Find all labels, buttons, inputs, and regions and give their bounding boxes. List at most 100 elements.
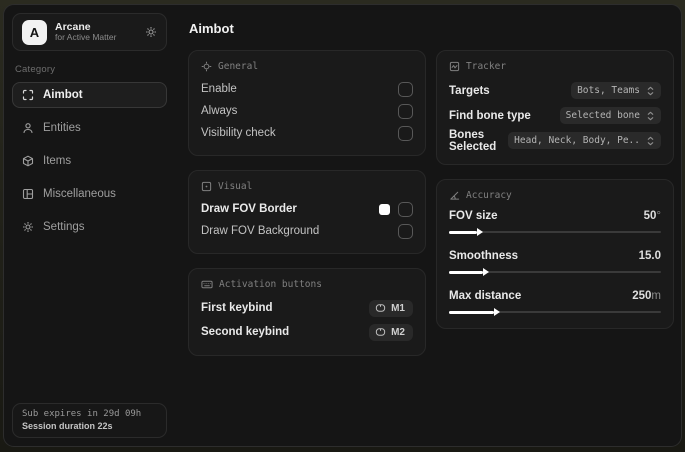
tracker-card: Tracker Targets Bots, Teams Find bone ty… — [436, 50, 674, 165]
setting-row-draw-fov-background: Draw FOV Background — [201, 220, 413, 242]
fov-size-slider[interactable] — [449, 228, 661, 237]
setting-label: First keybind — [201, 302, 273, 314]
dropdown-value: Bots, Teams — [577, 85, 640, 96]
dropdown-value: Selected bone — [565, 110, 640, 121]
sidebar-item-entities[interactable]: Entities — [12, 115, 167, 141]
bones-selected-dropdown[interactable]: Head, Neck, Body, Pe.. — [508, 132, 661, 149]
person-icon — [22, 122, 34, 134]
setting-label: Enable — [201, 83, 237, 95]
sidebar-item-miscellaneous[interactable]: Miscellaneous — [12, 181, 167, 207]
card-title: Tracker — [466, 61, 507, 72]
visibility-check-checkbox[interactable] — [398, 125, 413, 141]
always-checkbox[interactable] — [398, 103, 413, 119]
setting-label: Smoothness — [449, 250, 519, 262]
setting-label: Bones Selected — [449, 128, 497, 153]
card-title: Visual — [218, 181, 253, 192]
smoothness-slider[interactable] — [449, 268, 661, 277]
setting-label: Draw FOV Background — [201, 225, 320, 237]
fov-border-color-swatch[interactable] — [379, 203, 390, 215]
second-keybind-button[interactable]: M2 — [369, 323, 413, 341]
find-bone-type-dropdown[interactable]: Selected bone — [559, 107, 661, 124]
slider-fill[interactable] — [449, 308, 499, 316]
setting-label: Draw FOV Border — [201, 203, 297, 215]
keybind-value: M1 — [391, 302, 405, 314]
slider-value: 15.0 — [638, 250, 661, 262]
draw-fov-border-checkbox[interactable] — [398, 201, 413, 217]
unfold-icon — [646, 136, 655, 146]
setting-row-first-keybind: First keybind M1 — [201, 296, 413, 320]
slider-row-smoothness: Smoothness 15.0 — [449, 247, 661, 277]
cube-icon — [22, 155, 34, 167]
right-column: Tracker Targets Bots, Teams Find bone ty… — [436, 50, 674, 329]
sidebar-item-label: Aimbot — [43, 89, 83, 101]
left-column: General Enable Always Visibility check V… — [188, 50, 426, 356]
sidebar-item-aimbot[interactable]: Aimbot — [12, 82, 167, 108]
sidebar-item-label: Settings — [43, 221, 85, 233]
sidebar-item-settings[interactable]: Settings — [12, 214, 167, 240]
setting-label: Second keybind — [201, 326, 290, 338]
card-title: General — [218, 61, 259, 72]
setting-label: Targets — [449, 84, 490, 97]
mouse-icon — [375, 327, 386, 337]
visual-card: Visual Draw FOV Border Draw FOV Backgrou… — [188, 170, 426, 254]
subscription-info: Sub expires in 29d 09h Session duration … — [12, 403, 167, 438]
card-title: Activation buttons — [219, 279, 322, 290]
setting-row-bones-selected: Bones Selected Head, Neck, Body, Pe.. — [449, 128, 661, 153]
setting-label: Find bone type — [449, 109, 531, 122]
max-distance-slider[interactable] — [449, 308, 661, 317]
setting-row-always: Always — [201, 100, 413, 122]
setting-row-second-keybind: Second keybind M2 — [201, 320, 413, 344]
category-label: Category — [15, 64, 56, 75]
setting-row-find-bone-type: Find bone type Selected bone — [449, 103, 661, 128]
accuracy-card: Accuracy FOV size 50° Smoothness 15.0 Ma… — [436, 179, 674, 329]
arcane-menu-window: A Arcane for Active Matter Category Aimb… — [3, 4, 682, 447]
draw-fov-background-checkbox[interactable] — [398, 223, 413, 239]
crosshair-focus-icon — [22, 89, 34, 101]
setting-row-enable: Enable — [201, 78, 413, 100]
sidebar-item-label: Entities — [43, 122, 81, 134]
game-background: A Arcane for Active Matter Category Aimb… — [0, 0, 685, 452]
app-subtitle: for Active Matter — [55, 32, 117, 43]
setting-label: FOV size — [449, 210, 498, 222]
sidebar: A Arcane for Active Matter Category Aimb… — [4, 5, 175, 446]
category-nav: Aimbot Entities Items Miscellaneous Sett… — [12, 82, 167, 240]
dropdown-value: Head, Neck, Body, Pe.. — [514, 135, 640, 146]
slider-row-fov-size: FOV size 50° — [449, 207, 661, 237]
setting-label: Max distance — [449, 290, 522, 302]
setting-label: Always — [201, 105, 238, 117]
sidebar-item-items[interactable]: Items — [12, 148, 167, 174]
unfold-icon — [646, 111, 655, 121]
frame-icon — [201, 181, 212, 192]
mouse-icon — [375, 303, 386, 313]
gear-icon[interactable] — [145, 26, 157, 38]
crosshair-icon — [201, 61, 212, 72]
keybind-value: M2 — [391, 326, 405, 338]
radar-icon — [449, 61, 460, 72]
angle-icon — [449, 190, 460, 201]
sidebar-item-label: Items — [43, 155, 72, 167]
app-logo: A — [22, 19, 47, 45]
slider-row-max-distance: Max distance 250m — [449, 287, 661, 317]
keyboard-icon — [201, 279, 213, 290]
card-title: Accuracy — [466, 190, 512, 201]
slider-fill[interactable] — [449, 268, 489, 276]
brand-text: Arcane for Active Matter — [55, 21, 116, 43]
slider-value: 250m — [632, 290, 661, 302]
setting-row-draw-fov-border: Draw FOV Border — [201, 198, 413, 220]
sub-expires-text: Sub expires in 29d 09h — [22, 409, 142, 419]
general-card: General Enable Always Visibility check — [188, 50, 426, 156]
setting-row-targets: Targets Bots, Teams — [449, 78, 661, 103]
targets-dropdown[interactable]: Bots, Teams — [571, 82, 661, 99]
gear-icon — [22, 221, 34, 233]
setting-row-visibility-check: Visibility check — [201, 122, 413, 144]
enable-checkbox[interactable] — [398, 81, 413, 97]
page-title: Aimbot — [189, 21, 234, 36]
slider-value: 50° — [643, 210, 661, 222]
session-duration-text: Session duration 22s — [22, 421, 113, 431]
sidebar-item-label: Miscellaneous — [43, 188, 116, 200]
slider-fill[interactable] — [449, 228, 483, 236]
main-panel: Aimbot General Enable Always Visibility … — [175, 5, 681, 446]
unfold-icon — [646, 86, 655, 96]
activation-buttons-card: Activation buttons First keybind M1 Seco… — [188, 268, 426, 356]
first-keybind-button[interactable]: M1 — [369, 299, 413, 317]
